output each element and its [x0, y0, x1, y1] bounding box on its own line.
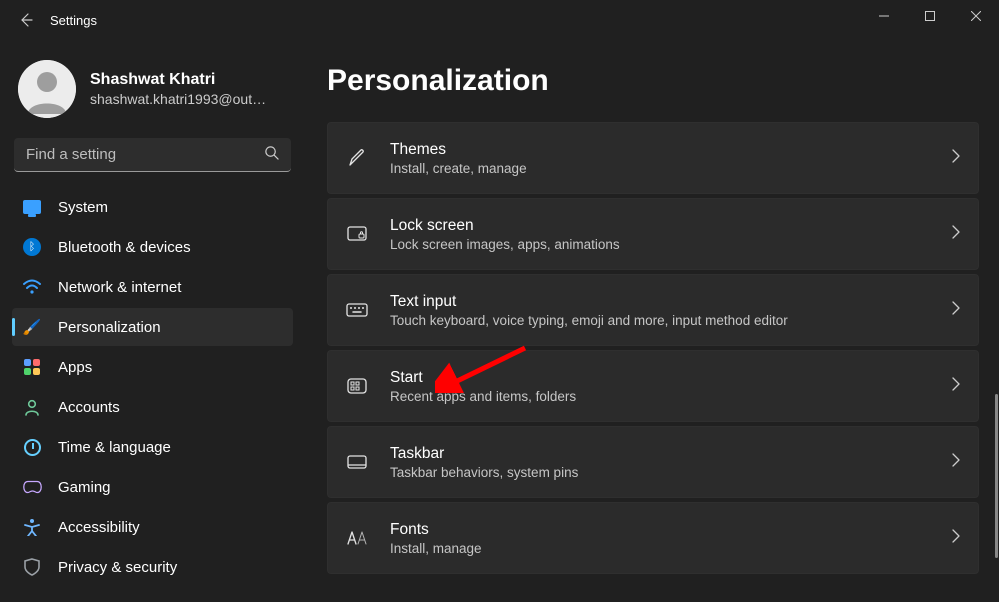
accessibility-icon — [22, 517, 42, 537]
sidebar-item-label: Bluetooth & devices — [58, 239, 191, 256]
keyboard-icon — [346, 303, 368, 317]
wifi-icon — [22, 277, 42, 297]
sidebar-item-privacy[interactable]: Privacy & security — [12, 548, 293, 586]
sidebar-item-apps[interactable]: Apps — [12, 348, 293, 386]
card-subtitle: Touch keyboard, voice typing, emoji and … — [390, 313, 930, 328]
card-subtitle: Lock screen images, apps, animations — [390, 237, 930, 252]
sidebar-item-label: Personalization — [58, 319, 161, 336]
maximize-icon — [925, 11, 935, 21]
nav-list: System ᛒ Bluetooth & devices Network & i… — [12, 188, 293, 586]
chevron-right-icon — [952, 453, 960, 472]
card-title: Lock screen — [390, 217, 930, 235]
back-button[interactable] — [14, 8, 38, 32]
chevron-right-icon — [952, 529, 960, 548]
scrollbar-thumb[interactable] — [995, 394, 998, 558]
taskbar-icon — [346, 455, 368, 469]
lockscreen-icon — [346, 226, 368, 242]
arrow-left-icon — [18, 12, 34, 28]
profile-name: Shashwat Khatri — [90, 69, 266, 91]
chevron-right-icon — [952, 301, 960, 320]
search-input[interactable] — [26, 146, 264, 163]
minimize-icon — [879, 11, 889, 21]
maximize-button[interactable] — [907, 0, 953, 32]
sidebar-item-label: Network & internet — [58, 279, 181, 296]
card-subtitle: Install, create, manage — [390, 161, 930, 176]
card-title: Themes — [390, 141, 930, 159]
sidebar-item-accessibility[interactable]: Accessibility — [12, 508, 293, 546]
card-title: Text input — [390, 293, 930, 311]
sidebar: Shashwat Khatri shashwat.khatri1993@out…… — [0, 40, 305, 602]
search-box[interactable] — [14, 138, 291, 172]
settings-cards: Themes Install, create, manage Lock scre… — [327, 122, 979, 574]
card-themes[interactable]: Themes Install, create, manage — [327, 122, 979, 194]
card-start[interactable]: Start Recent apps and items, folders — [327, 350, 979, 422]
shield-icon — [22, 557, 42, 577]
sidebar-item-label: Apps — [58, 359, 92, 376]
sidebar-item-accounts[interactable]: Accounts — [12, 388, 293, 426]
monitor-icon — [22, 197, 42, 217]
sidebar-item-label: Accessibility — [58, 519, 140, 536]
card-title: Taskbar — [390, 445, 930, 463]
sidebar-item-label: System — [58, 199, 108, 216]
chevron-right-icon — [952, 225, 960, 244]
avatar — [18, 60, 76, 118]
card-taskbar[interactable]: Taskbar Taskbar behaviors, system pins — [327, 426, 979, 498]
sidebar-item-label: Time & language — [58, 439, 171, 456]
gamepad-icon — [22, 477, 42, 497]
chevron-right-icon — [952, 149, 960, 168]
card-fonts[interactable]: Fonts Install, manage — [327, 502, 979, 574]
window-controls — [861, 0, 999, 32]
sidebar-item-network[interactable]: Network & internet — [12, 268, 293, 306]
pencil-icon — [346, 148, 368, 168]
search-icon — [264, 145, 279, 165]
user-avatar-icon — [18, 60, 76, 118]
card-subtitle: Recent apps and items, folders — [390, 389, 930, 404]
card-lockscreen[interactable]: Lock screen Lock screen images, apps, an… — [327, 198, 979, 270]
minimize-button[interactable] — [861, 0, 907, 32]
sidebar-item-label: Accounts — [58, 399, 120, 416]
sidebar-item-bluetooth[interactable]: ᛒ Bluetooth & devices — [12, 228, 293, 266]
sidebar-item-time[interactable]: Time & language — [12, 428, 293, 466]
profile-email: shashwat.khatri1993@out… — [90, 90, 266, 109]
clock-icon — [22, 437, 42, 457]
close-icon — [971, 11, 981, 21]
app-title: Settings — [50, 13, 97, 28]
card-textinput[interactable]: Text input Touch keyboard, voice typing,… — [327, 274, 979, 346]
close-button[interactable] — [953, 0, 999, 32]
titlebar: Settings — [0, 0, 999, 40]
card-subtitle: Install, manage — [390, 541, 930, 556]
sidebar-item-personalization[interactable]: 🖌️ Personalization — [12, 308, 293, 346]
bluetooth-icon: ᛒ — [22, 237, 42, 257]
paintbrush-icon: 🖌️ — [22, 317, 42, 337]
sidebar-item-label: Gaming — [58, 479, 111, 496]
person-icon — [22, 397, 42, 417]
card-title: Start — [390, 369, 930, 387]
profile-block[interactable]: Shashwat Khatri shashwat.khatri1993@out… — [12, 48, 293, 136]
fonts-icon — [346, 530, 368, 546]
card-subtitle: Taskbar behaviors, system pins — [390, 465, 930, 480]
start-icon — [346, 378, 368, 394]
main-panel: Personalization Themes Install, create, … — [305, 40, 999, 602]
sidebar-item-system[interactable]: System — [12, 188, 293, 226]
card-title: Fonts — [390, 521, 930, 539]
page-title: Personalization — [327, 64, 979, 98]
sidebar-item-label: Privacy & security — [58, 559, 177, 576]
apps-icon — [22, 357, 42, 377]
chevron-right-icon — [952, 377, 960, 396]
sidebar-item-gaming[interactable]: Gaming — [12, 468, 293, 506]
